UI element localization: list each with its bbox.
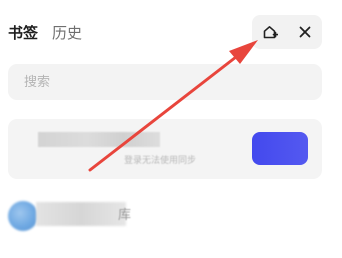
login-title-blurred bbox=[38, 132, 160, 147]
avatar bbox=[8, 201, 38, 231]
login-button[interactable] bbox=[252, 132, 308, 165]
add-bookmark-button[interactable] bbox=[252, 15, 287, 49]
close-icon bbox=[299, 26, 310, 38]
toolbar-icon-group bbox=[252, 15, 322, 49]
close-button[interactable] bbox=[287, 15, 322, 49]
login-card: 登录无法使用同步 bbox=[8, 119, 322, 179]
search-input[interactable] bbox=[8, 64, 322, 100]
tab-bar: 书签 历史 bbox=[8, 20, 96, 46]
tab-bookmarks[interactable]: 书签 bbox=[8, 20, 38, 46]
account-row[interactable]: 库 bbox=[8, 200, 178, 234]
login-note: 登录无法使用同步 bbox=[124, 156, 197, 166]
account-name-blurred bbox=[36, 202, 126, 226]
account-suffix: 库 bbox=[118, 208, 132, 223]
tab-history[interactable]: 历史 bbox=[52, 20, 82, 46]
home-plus-icon bbox=[263, 26, 278, 39]
